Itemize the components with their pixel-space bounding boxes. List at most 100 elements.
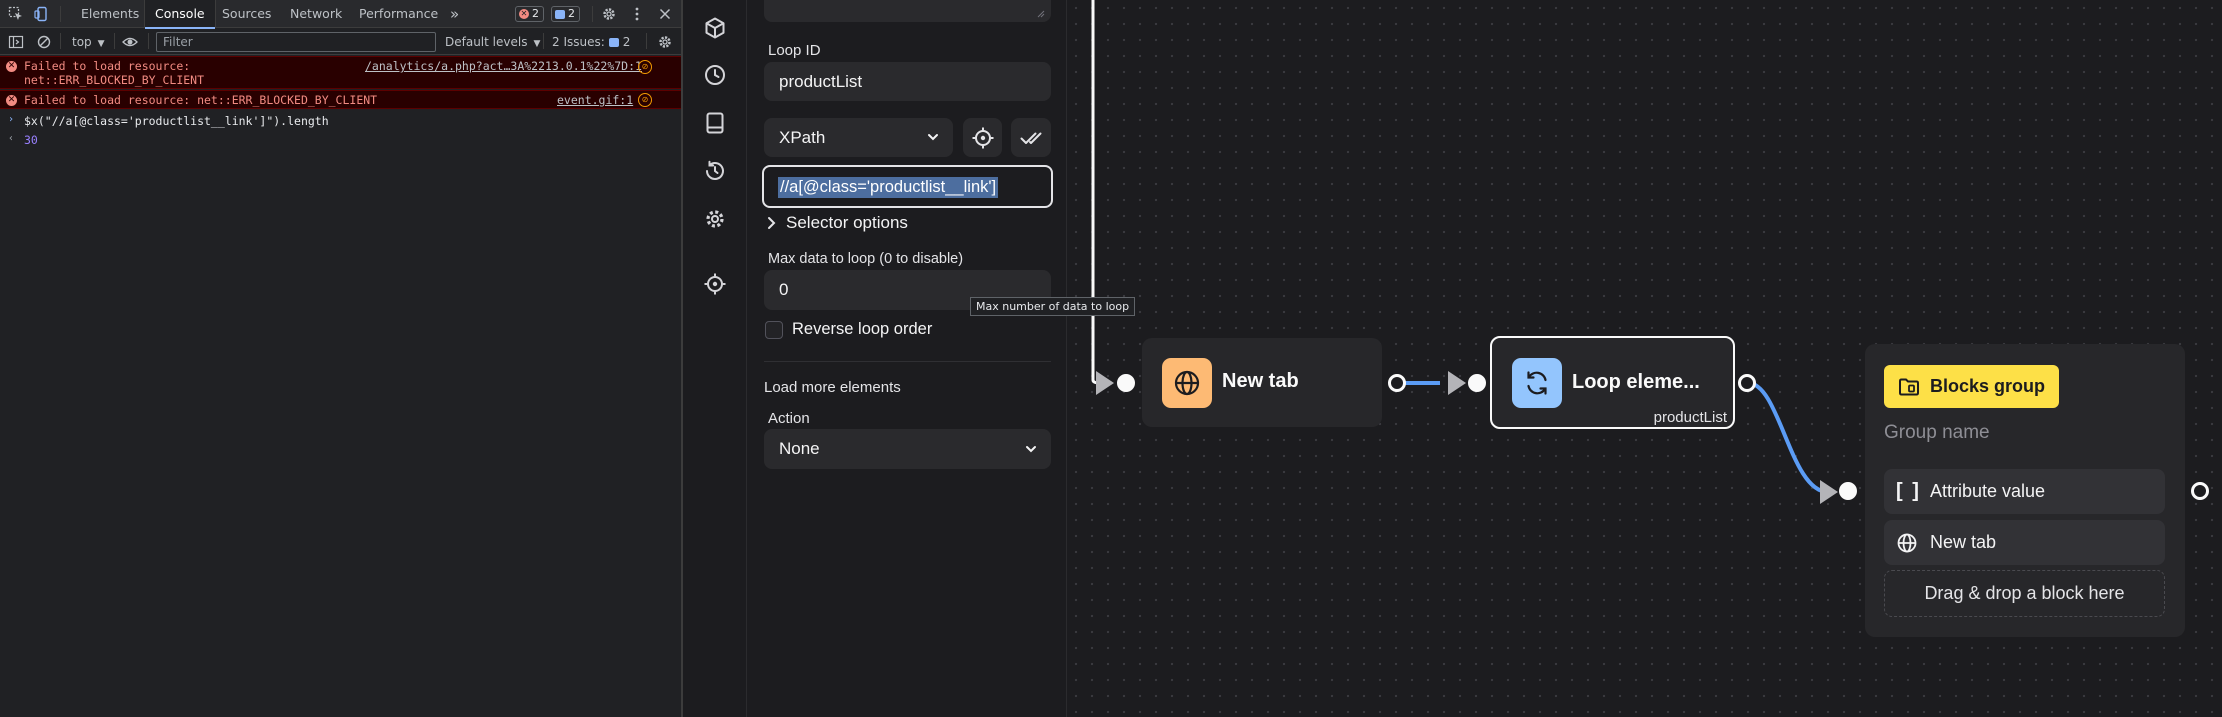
block-editor-panel	[747, 0, 1067, 717]
action-select[interactable]: None	[764, 429, 1051, 469]
clear-console-icon[interactable]	[36, 34, 52, 50]
settings-icon	[706, 210, 724, 228]
error-text: Failed to load resource: net::ERR_BLOCKE…	[24, 59, 205, 87]
console-result-line: ‹ 30	[0, 131, 681, 149]
issues-button[interactable]: 2 Issues: 2	[552, 34, 630, 50]
blocks-group-badge: Blocks group	[1884, 365, 2060, 408]
caret-down-icon: ▼	[97, 39, 105, 49]
error-source-link[interactable]: event.gif:1	[557, 93, 633, 107]
action-label: Action	[768, 410, 810, 427]
rail-schedule-button[interactable]	[701, 61, 729, 89]
message-count-badge[interactable]: 2	[551, 6, 580, 22]
crosshair-icon	[972, 127, 993, 148]
error-count: 2	[532, 7, 539, 20]
drop-zone[interactable]: Drag & drop a block here	[1884, 570, 2165, 617]
refresh-icon	[1527, 371, 1547, 395]
console-toolbar: top▼ Default levels▼ 2 Issues: 2	[0, 29, 681, 55]
history-icon	[706, 160, 724, 180]
devtools-panel: Elements Console Sources Network Perform…	[0, 0, 683, 717]
sidebar-toggle-icon[interactable]	[8, 34, 24, 50]
console-input-line: › $x("//a[@class='productlist__link']").…	[0, 112, 681, 130]
rail-blocks-button[interactable]	[701, 14, 729, 42]
loop-id-label: Loop ID	[768, 42, 821, 59]
reverse-loop-label: Reverse loop order	[792, 320, 933, 338]
new-tab-node[interactable]: New tab	[1142, 338, 1382, 427]
console-settings-icon[interactable]	[657, 34, 673, 50]
new-tab-output-port[interactable]	[1388, 374, 1406, 392]
loop-node-icon-box	[1512, 358, 1562, 408]
eye-icon[interactable]	[122, 34, 138, 50]
tab-sources[interactable]: Sources	[212, 0, 281, 28]
loop-id-input[interactable]: productList	[764, 62, 1051, 101]
selector-input[interactable]: //a[@class='productlist__link']	[762, 165, 1053, 208]
brackets-icon: [ ]	[1896, 480, 1921, 502]
tablet-icon	[706, 112, 724, 134]
console-error-message: ✕ Failed to load resource: net::ERR_BLOC…	[0, 90, 681, 109]
console-error-message: ✕ Failed to load resource: net::ERR_BLOC…	[0, 56, 681, 89]
loop-elements-node[interactable]: Loop eleme... productList	[1490, 336, 1735, 429]
loop-node-subtitle: productList	[1653, 409, 1727, 426]
pick-element-button[interactable]	[963, 118, 1002, 157]
globe-icon	[1174, 370, 1200, 396]
crosshair-icon	[704, 273, 726, 295]
rail-storage-button[interactable]	[701, 109, 729, 137]
automa-sidebar	[683, 0, 747, 717]
context-select[interactable]: top ▼	[72, 34, 105, 52]
tab-performance[interactable]: Performance	[349, 0, 448, 28]
inspect-element-icon[interactable]	[8, 6, 24, 22]
log-levels-select[interactable]: Default levels ▼	[445, 34, 540, 52]
cube-icon	[705, 17, 725, 39]
device-toolbar-icon[interactable]	[34, 6, 50, 22]
error-source-link[interactable]: /analytics/a.php?act…3A%2213.0.1%22%7D:1	[365, 59, 642, 73]
group-item-attribute-value[interactable]: [ ] Attribute value	[1884, 469, 2165, 514]
rail-element-picker-button[interactable]	[701, 270, 729, 298]
console-result: 30	[24, 133, 38, 147]
message-count: 2	[568, 7, 575, 20]
kebab-menu-icon[interactable]	[629, 6, 645, 22]
message-icon	[608, 37, 619, 47]
selector-options-toggle[interactable]: Selector options	[766, 213, 908, 233]
close-icon[interactable]	[657, 6, 673, 22]
max-data-tooltip: Max number of data to loop	[970, 297, 1136, 316]
new-tab-input-port[interactable]	[1117, 374, 1135, 392]
error-icon: ✕	[519, 9, 529, 19]
double-check-icon	[1020, 132, 1042, 144]
rail-settings-button[interactable]	[701, 205, 729, 233]
caret-down-icon: ▼	[533, 39, 541, 49]
error-icon: ✕	[6, 95, 17, 106]
console-filter-input[interactable]	[156, 32, 436, 52]
group-name-input[interactable]: Group name	[1884, 422, 1990, 444]
tab-console[interactable]: Console	[144, 0, 216, 29]
chevron-down-icon	[1026, 446, 1036, 453]
loop-output-port[interactable]	[1738, 374, 1756, 392]
loop-input-port[interactable]	[1468, 374, 1486, 392]
verify-selector-button[interactable]	[1011, 118, 1051, 157]
chevron-down-icon	[928, 134, 938, 141]
message-icon	[555, 9, 565, 19]
globe-icon	[1897, 533, 1917, 553]
console-command: $x("//a[@class='productlist__link']").le…	[24, 114, 329, 128]
new-tab-node-icon-box	[1162, 358, 1212, 408]
network-blocked-icon[interactable]: ⊘	[638, 93, 652, 107]
more-tabs-button[interactable]: »	[440, 0, 469, 28]
max-data-label: Max data to loop (0 to disable)	[768, 251, 964, 267]
rail-history-button[interactable]	[701, 157, 729, 185]
load-more-label: Load more elements	[764, 379, 901, 396]
section-divider	[764, 361, 1051, 362]
resize-handle-icon[interactable]	[1037, 10, 1045, 18]
group-item-new-tab[interactable]: New tab	[1884, 520, 2165, 565]
devtools-tabbar: Elements Console Sources Network Perform…	[0, 0, 681, 29]
group-input-port[interactable]	[1839, 482, 1857, 500]
tab-network[interactable]: Network	[280, 0, 352, 28]
gear-icon[interactable]	[601, 6, 617, 22]
group-output-port[interactable]	[2191, 482, 2209, 500]
clock-icon	[705, 65, 725, 85]
tab-elements[interactable]: Elements	[71, 0, 149, 28]
error-text: Failed to load resource: net::ERR_BLOCKE…	[24, 93, 378, 107]
reverse-loop-checkbox[interactable]	[765, 321, 783, 339]
description-textarea[interactable]	[764, 0, 1051, 22]
network-blocked-icon[interactable]: ⊘	[638, 60, 652, 74]
error-count-badge[interactable]: ✕ 2	[515, 6, 544, 22]
selector-type-select[interactable]: XPath	[764, 118, 953, 157]
error-icon: ✕	[6, 61, 17, 72]
